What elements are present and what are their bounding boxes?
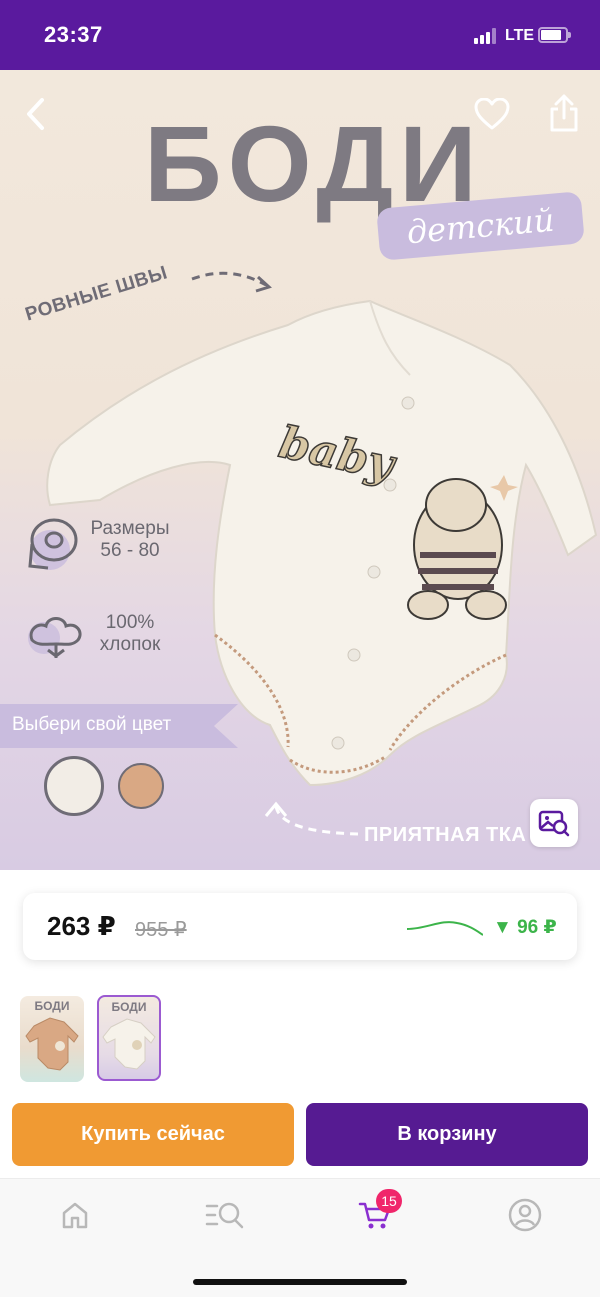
chevron-left-icon: [27, 98, 44, 130]
cotton-feature: 100% хлопок: [92, 612, 168, 656]
tab-catalog[interactable]: [205, 1195, 245, 1235]
price-drop: ▼ 96 ₽: [493, 917, 557, 938]
profile-icon: [508, 1198, 542, 1232]
share-button[interactable]: [542, 90, 586, 136]
cart-count-badge: 15: [376, 1189, 402, 1213]
home-icon: [62, 1202, 88, 1229]
cotton-percent: 100%: [105, 612, 155, 633]
network-type: LTE: [505, 27, 535, 44]
sizes-feature: Размеры 56 - 80: [84, 518, 176, 562]
dashed-arrow-icon: [264, 801, 359, 836]
status-bar: 23:37 LTE: [0, 0, 600, 70]
price-card[interactable]: 263 ₽ 955 ₽ ▼ 96 ₽: [23, 893, 577, 960]
cotton-label: хлопок: [99, 634, 161, 655]
cotton-icon: [28, 617, 82, 658]
tab-home[interactable]: [55, 1195, 95, 1235]
current-price: 263 ₽: [47, 911, 116, 941]
image-search-icon: [538, 810, 570, 837]
share-icon: [550, 94, 578, 132]
thumbnail-white[interactable]: БОДИ: [97, 995, 161, 1081]
catalog-search-icon: [205, 1202, 244, 1229]
add-to-cart-button[interactable]: В корзину: [306, 1103, 588, 1166]
measuring-tape-icon: [28, 518, 78, 570]
status-time: 23:37: [44, 22, 103, 47]
signal-icon: [474, 28, 500, 44]
thumbnail-bodysuit: [25, 1017, 79, 1071]
old-price: 955 ₽: [135, 919, 187, 941]
color-banner-text: Выбери свой цвет: [12, 714, 172, 735]
product-image[interactable]: БОДИ детский РОВНЫЕ ШВЫ baby Размеры 56 …: [0, 70, 600, 870]
home-indicator: [193, 1279, 407, 1285]
thumbnail-beige[interactable]: БОДИ: [20, 996, 84, 1082]
back-button[interactable]: [16, 92, 56, 136]
price-trend-sparkline: [407, 921, 483, 936]
buy-now-button[interactable]: Купить сейчас: [12, 1103, 294, 1166]
image-search-button[interactable]: [530, 799, 578, 847]
battery-icon: [538, 27, 571, 43]
color-swatch-beige: [118, 763, 164, 809]
color-swatch-white: [44, 756, 104, 816]
thumbnail-bodysuit: [102, 1018, 156, 1070]
product-title-art: БОДИ: [144, 103, 483, 224]
sizes-value: 56 - 80: [100, 540, 160, 561]
tab-profile[interactable]: [505, 1195, 545, 1235]
sizes-label: Размеры: [90, 518, 170, 539]
fabric-label: ПРИЯТНАЯ ТКА: [364, 824, 527, 846]
